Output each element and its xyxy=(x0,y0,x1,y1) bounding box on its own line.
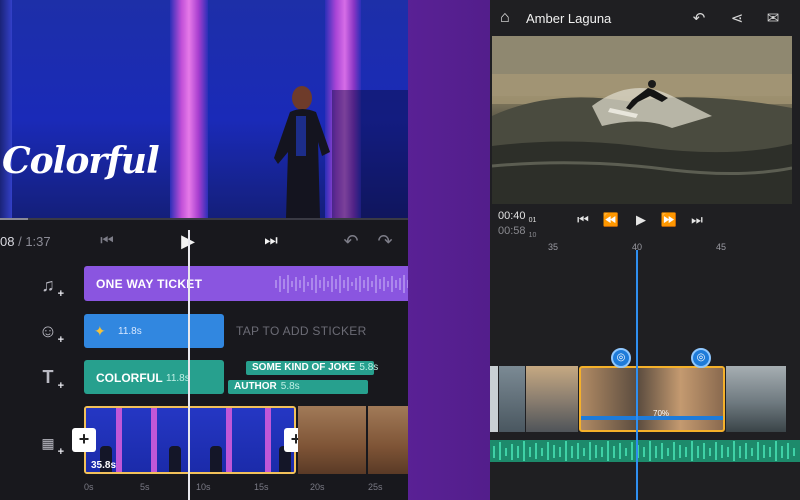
clip-speed-label: 70% xyxy=(653,409,670,418)
video-thumbnail xyxy=(139,408,192,472)
text-item-label: AUTHOR xyxy=(234,381,277,392)
clip-separator xyxy=(366,406,368,474)
video-clip-selected[interactable]: 70% xyxy=(579,366,725,432)
text-clip-label: COLORFUL xyxy=(96,371,163,385)
add-sticker-hint[interactable]: TAP TO ADD STICKER xyxy=(236,324,367,338)
text-clip[interactable]: COLORFUL 11.8s xyxy=(84,360,224,394)
ruler-tick: 25s xyxy=(368,482,383,492)
step-forward-icon[interactable]: ⏩ xyxy=(660,212,678,228)
surfer-figure xyxy=(608,80,668,118)
speed-band xyxy=(581,416,723,420)
video-clip[interactable] xyxy=(499,366,525,432)
ruler-tick: 45 xyxy=(716,242,727,252)
sticker-clip[interactable]: ✦ 11.8s xyxy=(84,314,224,348)
person-figure xyxy=(274,86,330,218)
ruler-tick: 5s xyxy=(140,482,150,492)
keyframe-marker-icon[interactable]: ◎ xyxy=(691,348,711,368)
undo-icon[interactable]: ↶ xyxy=(340,230,362,252)
play-icon[interactable]: ▶ xyxy=(632,212,650,228)
sticker-duration: 11.8s xyxy=(118,326,142,337)
ruler-tick: 35 xyxy=(548,242,559,252)
redo-icon[interactable]: ↷ xyxy=(374,230,396,252)
audio-clip-label: ONE WAY TICKET xyxy=(96,277,203,291)
project-title: Amber Laguna xyxy=(526,11,612,26)
total-timecode-time: 00:58 xyxy=(498,225,526,237)
skip-back-icon[interactable]: ⏮ xyxy=(574,212,592,228)
video-track: 70% xyxy=(490,366,800,432)
video-clip[interactable] xyxy=(490,366,498,432)
skip-back-icon[interactable]: ⏮ xyxy=(96,230,118,252)
text-clip-duration: 11.8s xyxy=(166,373,190,384)
skip-forward-icon[interactable]: ⏭ xyxy=(260,230,282,252)
neon-pillar xyxy=(170,0,208,218)
video-clip-duration: 35.8s xyxy=(91,460,117,471)
add-sticker-icon[interactable]: ☺ + xyxy=(36,320,64,346)
ruler-tick: 15s xyxy=(254,482,269,492)
share-icon[interactable]: ⋖ xyxy=(728,9,746,27)
sticker-icon: ✦ xyxy=(94,323,106,339)
add-music-icon[interactable]: ♫ + xyxy=(36,274,64,300)
text-item-duration: 5.8s xyxy=(280,381,300,392)
app-header: ⌂ Amber Laguna ↶ ⋖ ✉ xyxy=(490,0,800,36)
total-time: / 1:37 xyxy=(18,234,51,249)
current-timecode-frames: 01 xyxy=(528,217,537,225)
text-item[interactable]: AUTHOR 5.8s xyxy=(228,380,368,394)
video-clip[interactable] xyxy=(526,366,578,432)
right-video-editor: ⌂ Amber Laguna ↶ ⋖ ✉ 00:40 01 00:58 10 ⏮… xyxy=(490,0,800,500)
playhead[interactable] xyxy=(636,250,638,500)
split-screen-showcase: Colorful 08 / 1:37 ⏮ ▶ ⏭ ↶ ↷ ♫+ ☺+ T+ ▦+… xyxy=(0,0,800,500)
ruler-tick: 0s xyxy=(84,482,94,492)
text-item-duration: 5.8s xyxy=(359,362,379,373)
video-preview[interactable]: Colorful xyxy=(0,0,408,218)
current-timecode-time: 00:40 xyxy=(498,210,526,222)
video-clip[interactable] xyxy=(726,366,786,432)
neon-pillar xyxy=(0,0,12,218)
timeline-ruler: 35 40 45 xyxy=(490,240,800,256)
current-time: 08 xyxy=(0,234,15,249)
transport-bar: 08 / 1:37 ⏮ ▶ ⏭ ↶ ↷ xyxy=(0,222,408,262)
time-readout: 08 / 1:37 xyxy=(0,234,51,249)
video-clip[interactable] xyxy=(298,406,408,474)
undo-icon[interactable]: ↶ xyxy=(690,9,708,27)
home-icon[interactable]: ⌂ xyxy=(500,9,510,27)
step-back-icon[interactable]: ⏪ xyxy=(602,212,620,228)
ruler-tick: 10s xyxy=(196,482,211,492)
add-text-icon[interactable]: T + xyxy=(36,366,65,392)
trim-handle-left[interactable]: + xyxy=(72,428,96,452)
add-video-icon[interactable]: ▦ + xyxy=(36,432,64,458)
total-timecode-frames: 10 xyxy=(528,232,537,240)
current-timecode: 00:40 01 xyxy=(498,210,536,224)
video-title-overlay: Colorful xyxy=(2,140,160,182)
keyframe-marker-icon[interactable]: ◎ xyxy=(611,348,631,368)
scrub-progress xyxy=(0,218,28,220)
audio-waveform xyxy=(493,441,795,461)
video-clip-selected[interactable]: 35.8s xyxy=(84,406,296,474)
left-video-editor: Colorful 08 / 1:37 ⏮ ▶ ⏭ ↶ ↷ ♫+ ☺+ T+ ▦+… xyxy=(0,0,408,500)
scrub-bar[interactable] xyxy=(0,218,408,220)
audio-waveform xyxy=(275,275,408,293)
total-timecode: 00:58 10 xyxy=(498,225,536,239)
video-thumbnail xyxy=(192,408,245,472)
video-preview[interactable] xyxy=(492,36,792,204)
comment-icon[interactable]: ✉ xyxy=(764,9,782,27)
playhead[interactable] xyxy=(188,230,190,500)
text-item[interactable]: SOME KIND OF JOKE 5.8s xyxy=(246,361,378,375)
timeline-ruler: 0s 5s 10s 15s 20s 25s xyxy=(84,482,408,496)
text-item-label: SOME KIND OF JOKE xyxy=(252,362,356,373)
skip-forward-icon[interactable]: ⏭ xyxy=(688,212,706,228)
audio-clip[interactable]: ONE WAY TICKET xyxy=(84,266,408,301)
ruler-tick: 20s xyxy=(310,482,325,492)
